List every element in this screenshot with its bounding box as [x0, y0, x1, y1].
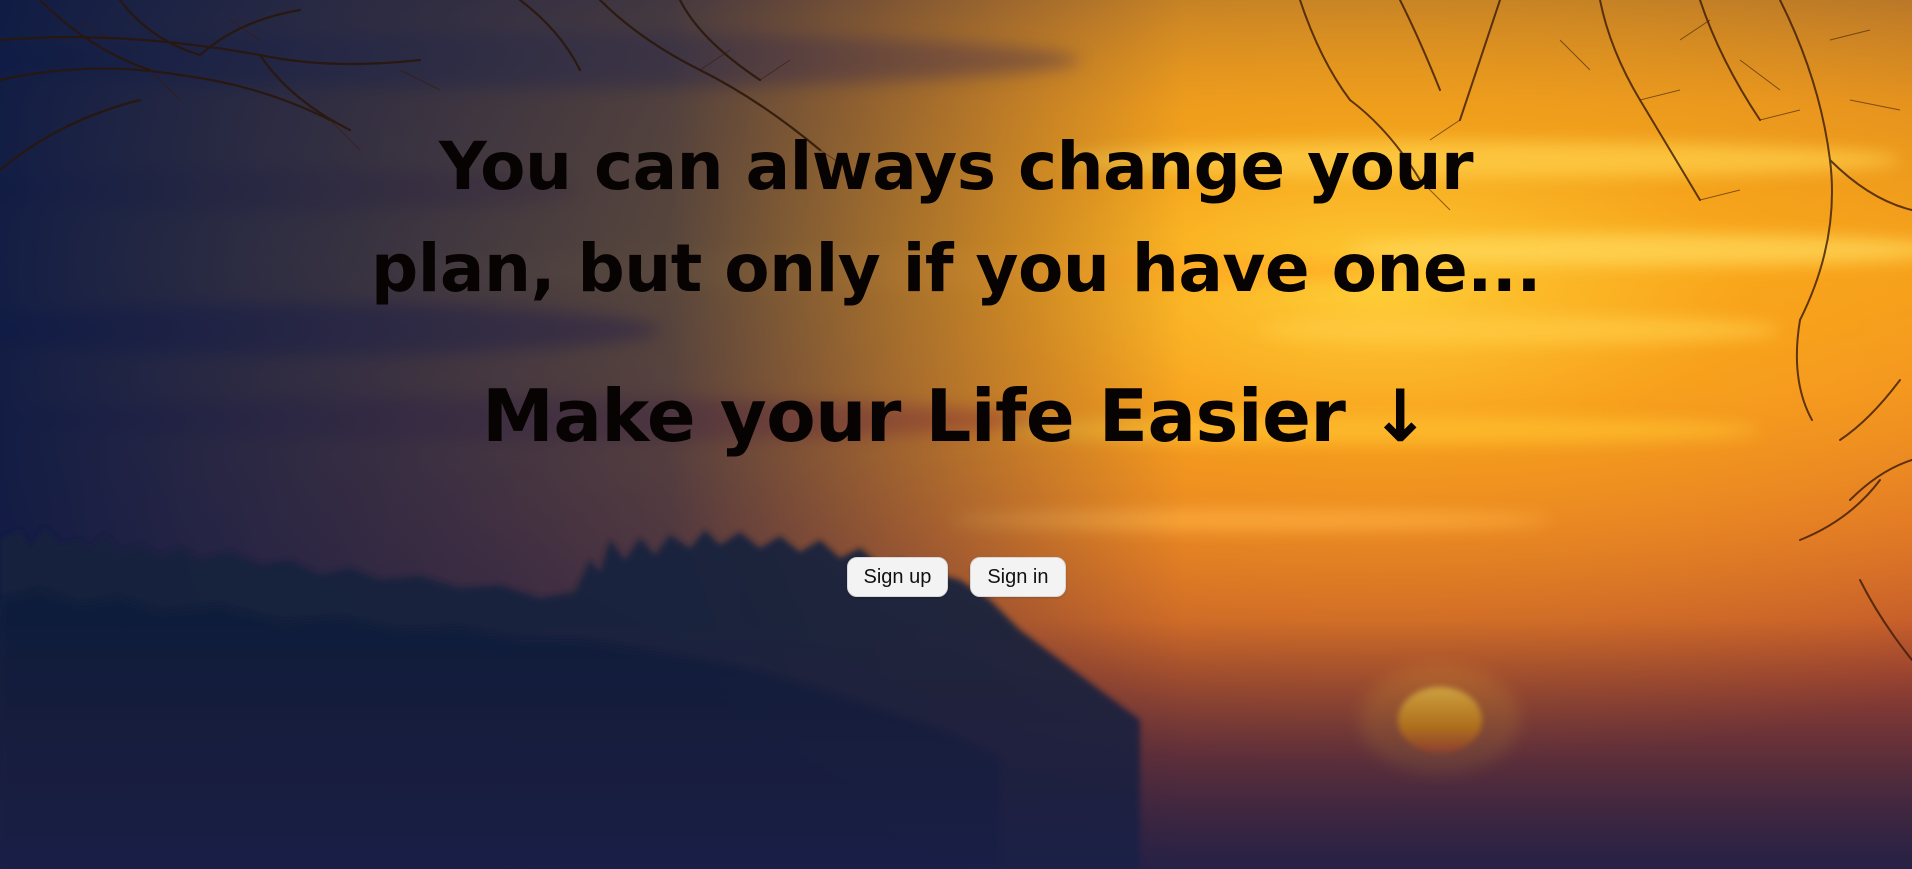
- quote-line-1: You can always change your: [438, 128, 1474, 205]
- sign-in-button[interactable]: Sign in: [970, 557, 1066, 597]
- quote-line-2: plan, but only if you have one...: [371, 230, 1541, 307]
- sign-up-button[interactable]: Sign up: [846, 557, 949, 597]
- auth-button-group: Sign up Sign in: [0, 557, 1912, 597]
- hero-quote: You can always change your plan, but onl…: [0, 116, 1912, 320]
- hero-section: You can always change your plan, but onl…: [0, 0, 1912, 869]
- hero-tagline: Make your Life Easier ↓: [482, 374, 1430, 458]
